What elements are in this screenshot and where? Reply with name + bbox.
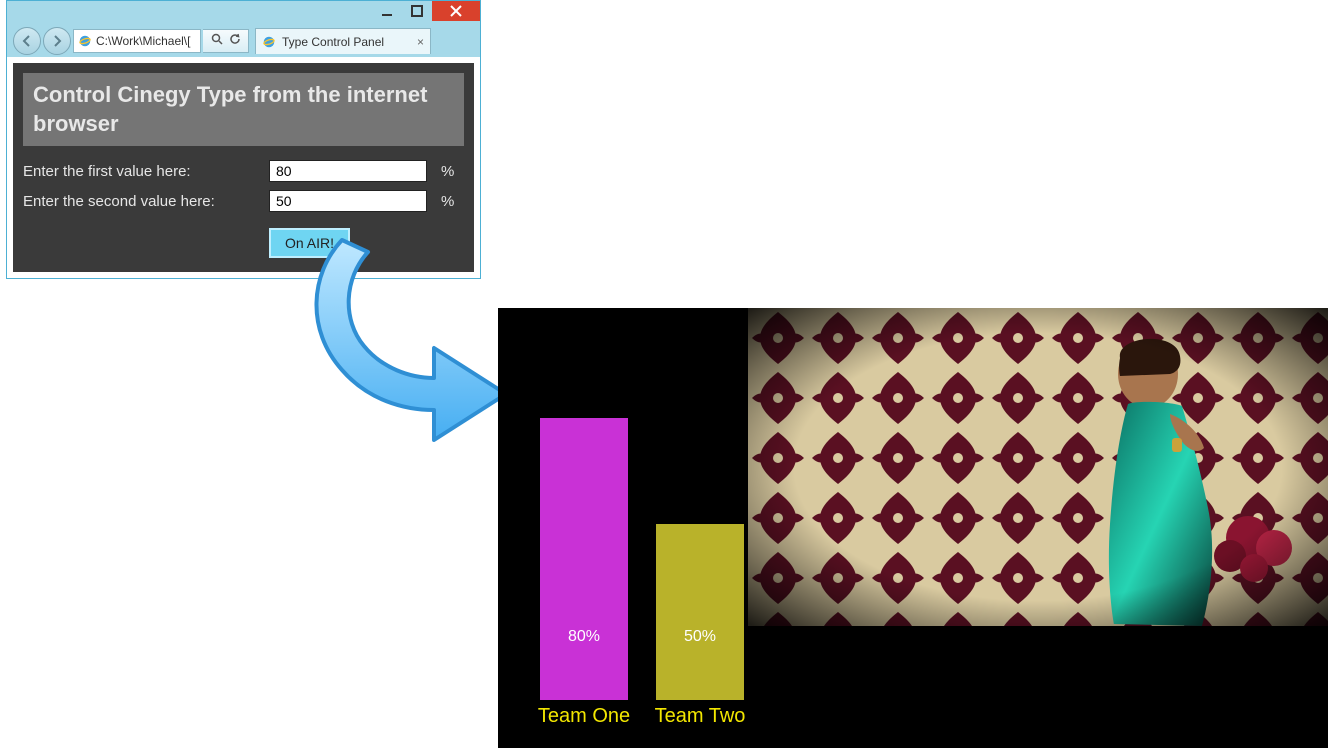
search-refresh-group bbox=[203, 29, 249, 53]
control-panel: Control Cinegy Type from the internet br… bbox=[13, 63, 474, 272]
window-minimize-button[interactable] bbox=[372, 1, 402, 21]
address-bar: C:\Work\Michael\[ Type Control Panel × bbox=[7, 27, 480, 57]
bar-rect bbox=[656, 524, 744, 700]
url-text: C:\Work\Michael\[ bbox=[96, 34, 190, 48]
output-preview: 80% Team One 50% Team Two bbox=[498, 308, 1328, 748]
bar-value-label: 80% bbox=[540, 628, 628, 646]
panel-heading: Control Cinegy Type from the internet br… bbox=[23, 73, 464, 146]
nav-back-button[interactable] bbox=[13, 27, 41, 55]
bar-category-label: Team One bbox=[528, 705, 640, 728]
second-value-input[interactable] bbox=[269, 190, 427, 212]
nav-forward-button[interactable] bbox=[43, 27, 71, 55]
url-input[interactable]: C:\Work\Michael\[ bbox=[73, 29, 201, 53]
bar-value-label: 50% bbox=[656, 628, 744, 646]
browser-window: C:\Work\Michael\[ Type Control Panel × C… bbox=[6, 0, 481, 279]
window-close-button[interactable] bbox=[432, 1, 480, 21]
first-value-label: Enter the first value here: bbox=[23, 163, 269, 180]
ie-icon bbox=[262, 35, 276, 49]
refresh-icon[interactable] bbox=[229, 32, 241, 50]
window-title-bar bbox=[7, 1, 480, 27]
browser-tab[interactable]: Type Control Panel × bbox=[255, 28, 431, 54]
form-row-first: Enter the first value here: % bbox=[23, 160, 464, 182]
form-row-second: Enter the second value here: % bbox=[23, 190, 464, 212]
bar-category-label: Team Two bbox=[644, 705, 756, 728]
bar-chart: 80% Team One 50% Team Two bbox=[516, 308, 776, 748]
percent-suffix: % bbox=[441, 193, 454, 210]
video-frame bbox=[748, 308, 1328, 626]
on-air-button[interactable]: On AIR! bbox=[269, 228, 350, 258]
second-value-label: Enter the second value here: bbox=[23, 193, 269, 210]
tab-close-icon[interactable]: × bbox=[417, 35, 424, 49]
page-viewport: Control Cinegy Type from the internet br… bbox=[7, 57, 480, 278]
bar-team-two: 50% Team Two bbox=[656, 524, 744, 700]
ie-icon bbox=[78, 34, 92, 48]
bar-team-one: 80% Team One bbox=[540, 418, 628, 700]
first-value-input[interactable] bbox=[269, 160, 427, 182]
window-maximize-button[interactable] bbox=[402, 1, 432, 21]
bar-rect bbox=[540, 418, 628, 700]
tab-title: Type Control Panel bbox=[282, 35, 384, 49]
search-icon[interactable] bbox=[211, 32, 223, 50]
percent-suffix: % bbox=[441, 163, 454, 180]
